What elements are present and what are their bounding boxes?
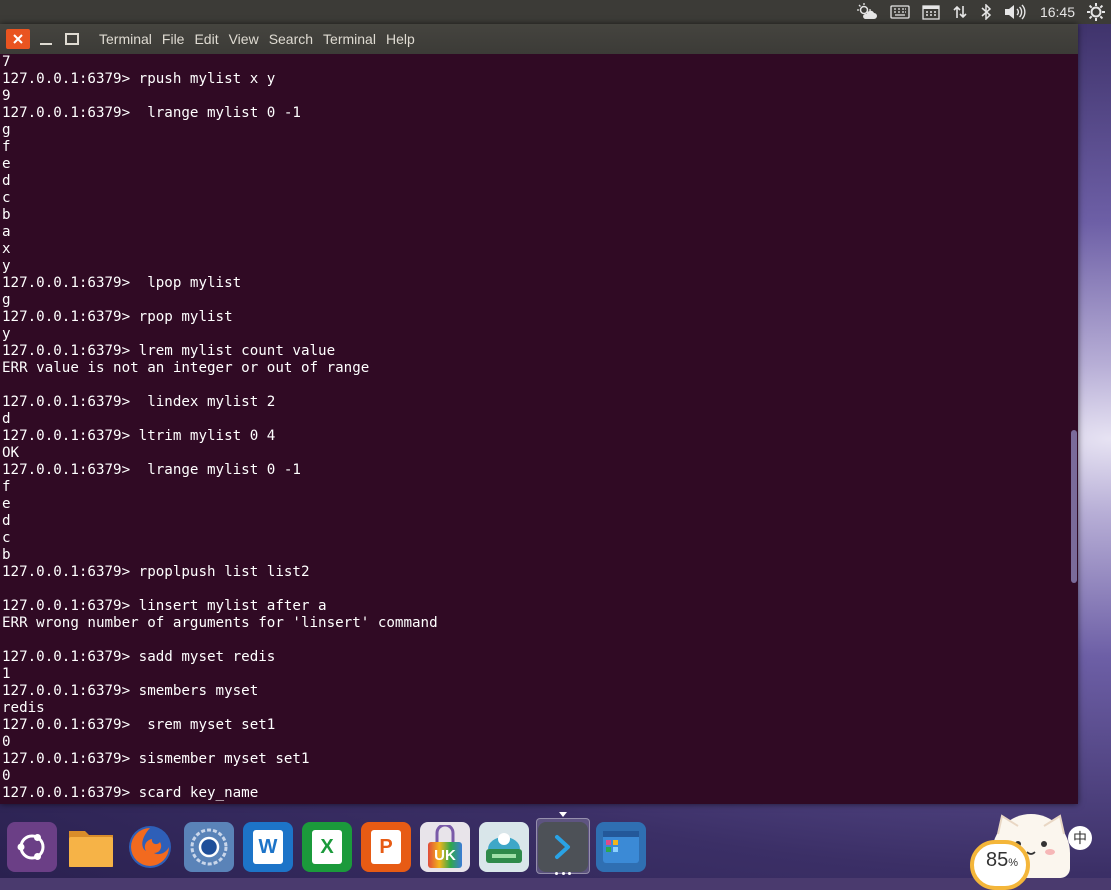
terminal-line: 127.0.0.1:6379> scard key_name	[2, 785, 259, 801]
terminal-line: redis	[2, 700, 45, 716]
terminal-line: y	[2, 258, 11, 274]
terminal-line: 127.0.0.1:6379> sismember myset set1	[2, 751, 310, 767]
bluetooth-icon[interactable]	[980, 0, 992, 24]
terminal-line: d	[2, 173, 11, 189]
terminal-line: g	[2, 122, 11, 138]
terminal-line: ERR wrong number of arguments for 'linse…	[2, 615, 438, 631]
menu-help[interactable]: Help	[386, 31, 415, 47]
terminal-line: f	[2, 479, 11, 495]
scrollbar-track[interactable]	[1070, 54, 1078, 804]
ubuntu-software-center-icon[interactable]: UK	[420, 822, 470, 872]
terminal-line: 127.0.0.1:6379> linsert mylist after a	[2, 598, 327, 614]
software-center-label: UK	[434, 846, 456, 864]
terminal-line: 127.0.0.1:6379> lindex mylist 2	[2, 394, 276, 410]
chromium-icon[interactable]	[184, 822, 234, 872]
ubuntu-dash-icon[interactable]	[7, 822, 57, 872]
keyboard-icon[interactable]	[890, 0, 910, 24]
disk-utility-icon[interactable]	[479, 822, 529, 872]
terminal-line: d	[2, 513, 11, 529]
clock[interactable]: 16:45	[1040, 4, 1075, 20]
terminal-line: 127.0.0.1:6379> srem myset set1	[2, 717, 276, 733]
terminal-line: c	[2, 530, 11, 546]
terminal-window[interactable]: Terminal File Edit View Search Terminal …	[0, 24, 1078, 804]
terminal-line: 7	[2, 54, 11, 70]
terminal-titlebar[interactable]: Terminal File Edit View Search Terminal …	[0, 24, 1078, 54]
terminal-line: 0	[2, 768, 11, 784]
launcher-dock: W X P UK	[0, 812, 1111, 878]
active-app-indicator	[559, 812, 567, 817]
terminal-output[interactable]: 7 127.0.0.1:6379> rpush mylist x y 9 127.0.…	[0, 54, 1070, 804]
terminal-line: 127.0.0.1:6379> lrem mylist count value	[2, 343, 336, 359]
terminal-line: b	[2, 207, 11, 223]
settings-gear-icon[interactable]	[1087, 0, 1105, 24]
terminal-line: 127.0.0.1:6379> lpop mylist	[2, 275, 242, 291]
terminal-line: 127.0.0.1:6379> smembers myset	[2, 683, 259, 699]
menu-terminal[interactable]: Terminal	[323, 31, 376, 47]
terminal-app-icon[interactable]	[538, 822, 588, 872]
terminal-line: ERR value is not an integer or out of ra…	[2, 360, 370, 376]
network-icon[interactable]	[952, 0, 968, 24]
weather-icon[interactable]	[856, 0, 878, 24]
menu-view[interactable]: View	[229, 31, 259, 47]
terminal-line: 127.0.0.1:6379> rpop mylist	[2, 309, 233, 325]
wps-writer-icon[interactable]: W	[243, 822, 293, 872]
terminal-line: 127.0.0.1:6379> lrange mylist 0 -1	[2, 462, 301, 478]
wps-spreadsheet-label: X	[320, 835, 334, 858]
wps-spreadsheet-icon[interactable]: X	[302, 822, 352, 872]
battery-percent: 85%	[986, 849, 1019, 871]
wps-presentation-icon[interactable]: P	[361, 822, 411, 872]
terminal-line: x	[2, 241, 11, 257]
menu-edit[interactable]: Edit	[194, 31, 218, 47]
terminal-line: 127.0.0.1:6379> sadd myset redis	[2, 649, 276, 665]
close-icon[interactable]	[6, 29, 30, 49]
terminal-line: 127.0.0.1:6379> rpoplpush list list2	[2, 564, 310, 580]
terminal-line: b	[2, 547, 11, 563]
terminal-line: a	[2, 224, 11, 240]
menu-search[interactable]: Search	[269, 31, 313, 47]
terminal-line: 1	[2, 666, 11, 682]
workspace-switcher-icon[interactable]	[596, 822, 646, 872]
terminal-line: 9	[2, 88, 11, 104]
maximize-icon[interactable]	[60, 29, 84, 49]
calendar-icon[interactable]	[922, 0, 940, 24]
terminal-line: e	[2, 496, 11, 512]
wps-presentation-label: P	[379, 835, 393, 858]
terminal-line: e	[2, 156, 11, 172]
running-indicator	[555, 872, 571, 876]
terminal-line: y	[2, 326, 11, 342]
top-panel: 16:45	[0, 0, 1111, 24]
wps-writer-label: W	[258, 835, 278, 858]
volume-icon[interactable]	[1004, 0, 1026, 24]
terminal-line: f	[2, 139, 11, 155]
terminal-line: g	[2, 292, 11, 308]
menu-bar: Terminal File Edit View Search Terminal …	[99, 24, 425, 54]
input-method-badge[interactable]: 中	[1068, 826, 1092, 850]
terminal-line: OK	[2, 445, 20, 461]
firefox-icon[interactable]	[125, 822, 175, 872]
terminal-line: 127.0.0.1:6379> ltrim mylist 0 4	[2, 428, 276, 444]
terminal-line: d	[2, 411, 11, 427]
files-folder-icon[interactable]	[66, 822, 116, 872]
menu-file[interactable]: File	[162, 31, 185, 47]
terminal-line: c	[2, 190, 11, 206]
scrollbar-thumb[interactable]	[1071, 430, 1077, 583]
window-title: Terminal	[99, 31, 152, 47]
terminal-line: 127.0.0.1:6379> lrange mylist 0 -1	[2, 105, 301, 121]
battery-cat-widget[interactable]: 85% 中	[968, 812, 1111, 890]
terminal-line: 127.0.0.1:6379> rpush mylist x y	[2, 71, 276, 87]
terminal-line: 0	[2, 734, 11, 750]
minimize-icon[interactable]	[34, 29, 58, 49]
